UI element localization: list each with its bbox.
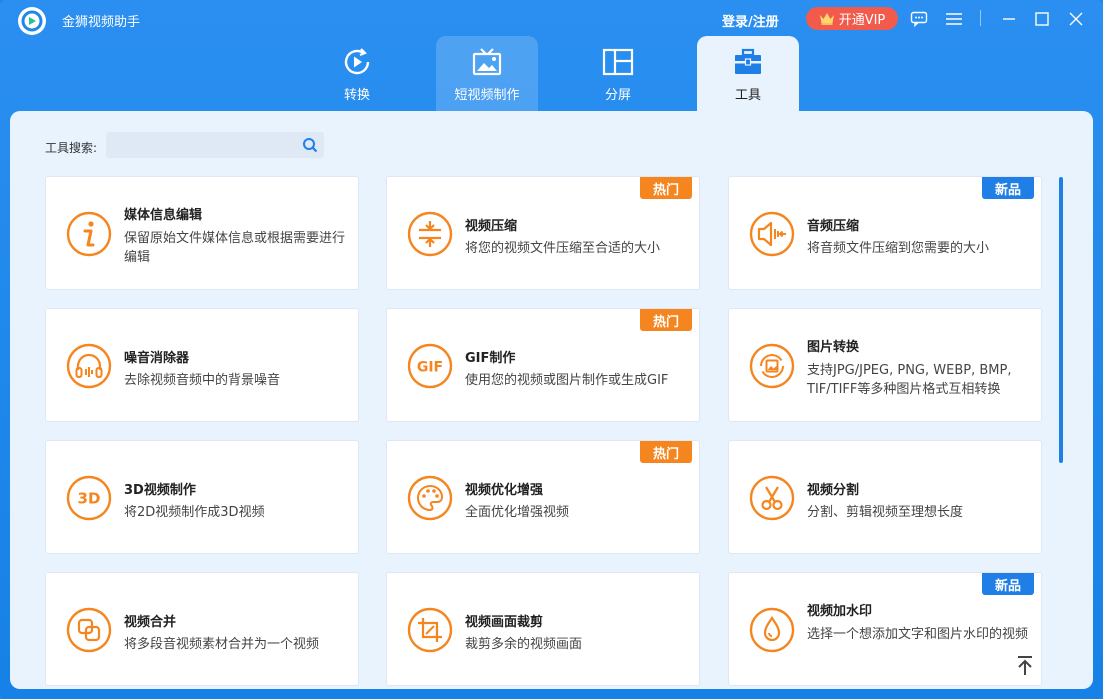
card-title: 视频压缩 [465, 219, 518, 234]
3d-icon: 3D [66, 475, 112, 521]
tab-label: 转换 [343, 88, 370, 103]
headphones-icon [66, 343, 112, 389]
tool-card-video-split[interactable]: 视频分割 分割、剪辑视频至理想长度 [728, 440, 1042, 554]
tab-split-screen[interactable]: 分屏 [567, 36, 669, 111]
tool-card-watermark[interactable]: 新品 视频加水印 选择一个想添加文字和图片水印的视频 [728, 572, 1042, 686]
card-desc: 将您的视频文件压缩至合适的大小 [465, 241, 661, 256]
card-title: 噪音消除器 [124, 351, 190, 366]
svg-text:GIF: GIF [417, 360, 443, 376]
crown-icon [819, 13, 834, 25]
tool-card-gif-maker[interactable]: 热门 GIF GIF制作 使用您的视频或图片制作或生成GIF [386, 308, 700, 422]
palette-icon [407, 475, 453, 521]
card-title: 媒体信息编辑 [124, 208, 203, 223]
tool-card-image-convert[interactable]: 图片转换 支持JPG/JPEG, PNG, WEBP, BMP, TIF/TIF… [728, 308, 1042, 422]
tab-tools[interactable]: 工具 [697, 36, 799, 111]
hot-badge: 热门 [640, 441, 692, 463]
search-input[interactable] [106, 132, 296, 158]
login-register-link[interactable]: 登录/注册 [722, 11, 779, 30]
vip-label: 开通VIP [838, 13, 886, 28]
card-title: 视频加水印 [807, 604, 873, 619]
hot-badge: 热门 [640, 177, 692, 199]
watermark-icon [749, 607, 795, 653]
back-to-top-icon[interactable] [1015, 655, 1035, 677]
search-label: 工具搜索: [45, 141, 98, 155]
card-desc: 分割、剪辑视频至理想长度 [807, 505, 964, 520]
close-icon[interactable] [1065, 8, 1087, 30]
tool-card-noise-remover[interactable]: 噪音消除器 去除视频音频中的背景噪音 [45, 308, 359, 422]
tool-card-audio-compress[interactable]: 新品 音频压缩 将音频文件压缩到您需要的大小 [728, 176, 1042, 290]
tab-label: 分屏 [604, 88, 631, 103]
tv-image-icon [472, 48, 502, 76]
search-box [106, 132, 324, 158]
tool-card-media-info[interactable]: 媒体信息编辑 保留原始文件媒体信息或根据需要进行编辑 [45, 176, 359, 290]
menu-icon[interactable] [943, 8, 965, 30]
card-title: 音频压缩 [807, 219, 860, 234]
hot-badge: 热门 [640, 309, 692, 331]
tool-card-3d-video[interactable]: 3D 3D视频制作 将2D视频制作成3D视频 [45, 440, 359, 554]
new-badge: 新品 [982, 573, 1034, 595]
vip-button[interactable]: 开通VIP [806, 7, 898, 30]
image-convert-icon [749, 343, 795, 389]
maximize-icon[interactable] [1031, 8, 1053, 30]
card-desc: 去除视频音频中的背景噪音 [124, 373, 281, 388]
card-desc: 将多段音视频素材合并为一个视频 [124, 637, 320, 652]
card-title: GIF制作 [465, 351, 516, 366]
scrollbar-thumb[interactable] [1059, 177, 1063, 463]
svg-text:3D: 3D [78, 490, 101, 508]
minimize-icon[interactable] [998, 8, 1020, 30]
card-title: 3D视频制作 [124, 483, 196, 498]
card-desc: 选择一个想添加文字和图片水印的视频 [807, 627, 1029, 642]
card-title: 视频优化增强 [465, 483, 544, 498]
audio-compress-icon [749, 211, 795, 257]
card-desc: 保留原始文件媒体信息或根据需要进行编辑 [124, 231, 346, 265]
card-title: 视频分割 [807, 483, 860, 498]
tool-card-video-enhance[interactable]: 热门 视频优化增强 全面优化增强视频 [386, 440, 700, 554]
app-logo-icon [18, 7, 46, 35]
play-convert-icon [344, 48, 370, 75]
search-icon[interactable] [302, 137, 318, 153]
card-title: 视频画面裁剪 [465, 615, 544, 630]
tab-short-video[interactable]: 短视频制作 [436, 36, 538, 111]
card-title: 图片转换 [807, 340, 860, 355]
feedback-icon[interactable] [908, 8, 930, 30]
card-desc: 全面优化增强视频 [465, 505, 570, 520]
card-desc: 使用您的视频或图片制作或生成GIF [465, 373, 669, 388]
split-screen-icon [602, 48, 634, 76]
scissors-icon [749, 475, 795, 521]
gif-icon: GIF [407, 343, 453, 389]
toolbox-icon [735, 48, 761, 74]
title-separator [980, 10, 981, 26]
tool-card-video-crop[interactable]: 视频画面裁剪 裁剪多余的视频画面 [386, 572, 700, 686]
tab-label: 短视频制作 [454, 88, 520, 103]
info-icon [66, 211, 112, 257]
tab-convert[interactable]: 转换 [306, 36, 408, 111]
tool-card-video-merge[interactable]: 视频合并 将多段音视频素材合并为一个视频 [45, 572, 359, 686]
tab-label: 工具 [734, 88, 761, 103]
compress-icon [407, 211, 453, 257]
crop-icon [407, 607, 453, 653]
card-title: 视频合并 [124, 615, 177, 630]
title-bar: 金狮视频助手 登录/注册 开通VIP [0, 0, 1103, 38]
card-desc: 将音频文件压缩到您需要的大小 [807, 241, 990, 256]
card-desc: 支持JPG/JPEG, PNG, WEBP, BMP, TIF/TIFF等多种图… [807, 363, 1012, 397]
new-badge: 新品 [982, 177, 1034, 199]
app-title: 金狮视频助手 [62, 15, 141, 30]
tools-panel: 工具搜索: 媒体信息编辑 保留原始文件媒体信息或根据需要进行编辑 热门 视频压缩… [10, 111, 1093, 689]
card-desc: 将2D视频制作成3D视频 [124, 505, 265, 520]
app-window: 金狮视频助手 登录/注册 开通VIP 转换 短视频制作 分屏 工具 工具搜索: … [0, 0, 1103, 699]
card-desc: 裁剪多余的视频画面 [465, 637, 583, 652]
tool-card-video-compress[interactable]: 热门 视频压缩 将您的视频文件压缩至合适的大小 [386, 176, 700, 290]
merge-icon [66, 607, 112, 653]
